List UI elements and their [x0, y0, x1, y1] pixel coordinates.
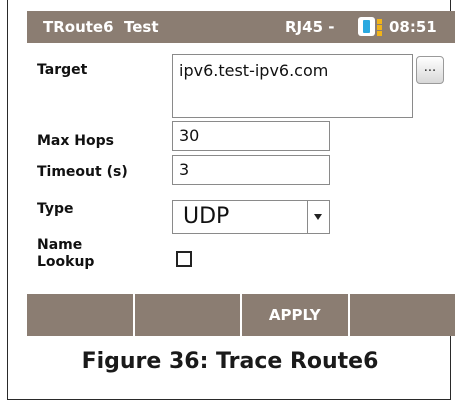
softkey-2[interactable] [135, 294, 242, 336]
target-label: Target [37, 62, 88, 78]
softkey-1[interactable] [27, 294, 135, 336]
softkey-4[interactable] [350, 294, 456, 336]
name-lookup-label: Name Lookup [37, 237, 95, 270]
max-hops-value: 30 [179, 126, 200, 145]
battery-icon [358, 17, 382, 36]
figure-frame: TRoute6 Test RJ45 - 08:51 Target ipv6.te… [7, 0, 455, 400]
figure-caption: Figure 36: Trace Route6 [81, 349, 379, 374]
name-lookup-checkbox[interactable] [176, 251, 192, 267]
browse-target-button[interactable]: ... [416, 56, 444, 84]
max-hops-label: Max Hops [37, 133, 114, 149]
target-input[interactable]: ipv6.test-ipv6.com [172, 54, 413, 118]
max-hops-input[interactable]: 30 [172, 121, 330, 151]
chevron-down-icon[interactable] [314, 214, 322, 220]
target-value: ipv6.test-ipv6.com [179, 61, 329, 80]
timeout-value: 3 [179, 160, 190, 179]
timeout-input[interactable]: 3 [172, 155, 330, 185]
status-bar: TRoute6 Test RJ45 - 08:51 [27, 11, 455, 43]
type-value: UDP [183, 204, 230, 229]
type-select[interactable]: UDP [172, 200, 330, 234]
type-label: Type [37, 201, 74, 217]
softkey-bar: APPLY [27, 294, 455, 336]
timeout-label: Timeout (s) [37, 164, 128, 180]
connection-status: RJ45 - [285, 18, 335, 36]
device-screen: TRoute6 Test RJ45 - 08:51 Target ipv6.te… [27, 11, 455, 336]
clock: 08:51 [389, 18, 437, 36]
apply-button[interactable]: APPLY [242, 294, 350, 336]
app-title: TRoute6 Test [43, 18, 159, 36]
